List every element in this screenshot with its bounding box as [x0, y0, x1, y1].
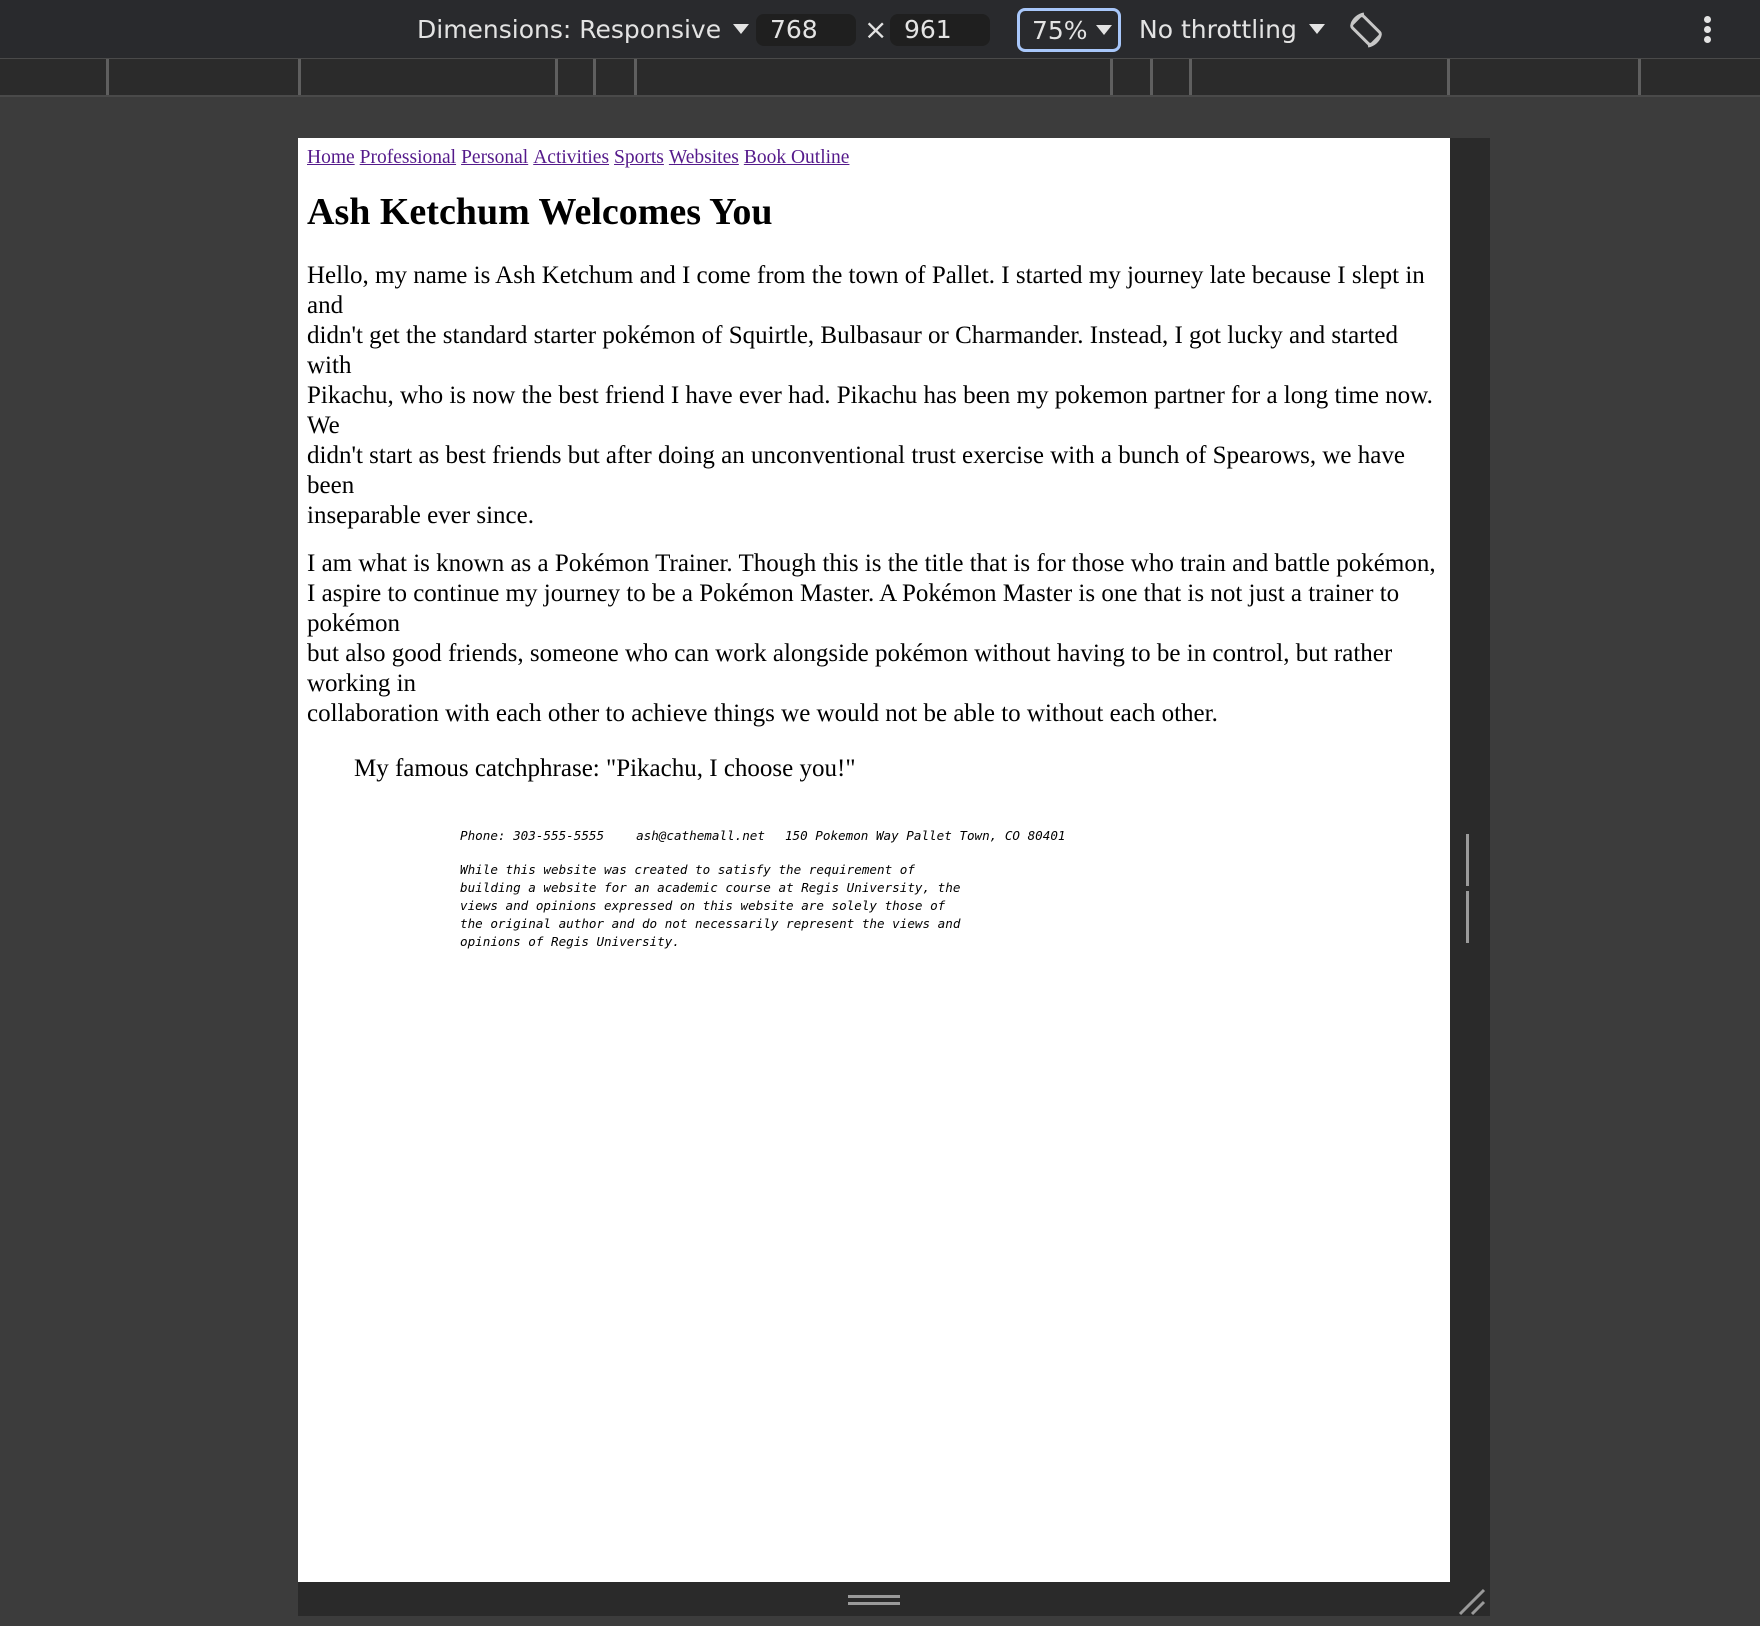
zoom-dropdown[interactable]: 75% [1017, 8, 1121, 52]
media-query-marker [106, 59, 109, 95]
device-toolbar: Dimensions: Responsive 768 × 961 75% No … [0, 0, 1760, 59]
paragraph-line: didn't start as best friends but after d… [307, 441, 1405, 499]
street-address: 150 Pokemon Way Pallet Town, CO 80401 [784, 827, 1066, 843]
height-input[interactable]: 961 [890, 14, 990, 46]
dimensions-label: Dimensions: Responsive [417, 14, 722, 44]
nav-link-book-outline[interactable]: Book Outline [744, 147, 850, 168]
throttling-dropdown[interactable]: No throttling [1139, 0, 1325, 58]
media-query-marker [1110, 59, 1113, 95]
paragraph-line: I aspire to continue my journey to be a … [307, 579, 1400, 637]
trainer-paragraph: I am what is known as a Pokémon Trainer.… [307, 549, 1439, 729]
paragraph-line: collaboration with each other to achieve… [307, 699, 1218, 727]
chevron-down-icon [1308, 24, 1325, 34]
disclaimer-line: opinions of Regis University. [460, 933, 680, 949]
chevron-down-icon [733, 24, 750, 34]
resize-handle-bottom[interactable] [848, 1595, 900, 1605]
nav-link-professional[interactable]: Professional [360, 147, 456, 168]
paragraph-line: Hello, my name is Ash Ketchum and I come… [307, 261, 1425, 319]
chevron-down-icon [1095, 25, 1112, 35]
rotate-icon[interactable] [1346, 10, 1386, 50]
resize-handle-right[interactable] [1466, 834, 1476, 943]
media-query-marker [298, 59, 301, 95]
nav-link-websites[interactable]: Websites [669, 147, 739, 168]
disclaimer-line: the original author and do not necessari… [460, 915, 961, 931]
throttling-label: No throttling [1139, 14, 1297, 44]
nav-link-home[interactable]: Home [307, 147, 355, 168]
media-query-marker [1447, 59, 1450, 95]
width-input[interactable]: 768 [756, 14, 856, 46]
paragraph-line: Pikachu, who is now the best friend I ha… [307, 381, 1433, 439]
more-options-icon[interactable] [1702, 16, 1712, 44]
nav-link-activities[interactable]: Activities [533, 147, 609, 168]
phone-number: Phone: 303-555-5555 [460, 827, 605, 843]
paragraph-line: I am what is known as a Pokémon Trainer.… [307, 549, 1436, 577]
disclaimer-line: While this website was created to satisf… [460, 861, 915, 877]
media-query-bar[interactable] [0, 59, 1760, 97]
contact-info: Phone: 303-555-5555 ash@cathemall.net 150 … [460, 827, 1439, 845]
disclaimer-line: views and opinions expressed on this web… [460, 897, 946, 913]
site-nav: Home Professional Personal Activities Sports… [307, 147, 1439, 169]
web-page: Home Professional Personal Activities Sports… [298, 138, 1439, 951]
media-query-marker [634, 59, 637, 95]
media-query-marker [1150, 59, 1153, 95]
zoom-value: 75% [1032, 15, 1088, 45]
media-query-marker [593, 59, 596, 95]
emulated-viewport: Home Professional Personal Activities Sports… [298, 138, 1450, 1582]
nav-link-sports[interactable]: Sports [614, 147, 664, 168]
paragraph-line: inseparable ever since. [307, 501, 534, 529]
nav-link-personal[interactable]: Personal [461, 147, 528, 168]
page-title: Ash Ketchum Welcomes You [307, 191, 773, 233]
media-query-marker [1189, 59, 1192, 95]
paragraph-line: but also good friends, someone who can w… [307, 639, 1393, 697]
email-address: ash@cathemall.net [636, 827, 765, 843]
dimensions-dropdown[interactable]: Dimensions: Responsive [417, 0, 750, 58]
media-query-marker [1638, 59, 1641, 95]
paragraph-line: didn't get the standard starter pokémon … [307, 321, 1399, 379]
media-query-marker [555, 59, 558, 95]
site-footer: Phone: 303-555-5555 ash@cathemall.net 150 … [460, 827, 1439, 951]
catchphrase-quote: My famous catchphrase: "Pikachu, I choos… [354, 754, 856, 782]
disclaimer: While this website was created to satisf… [460, 861, 1439, 951]
resize-corner-icon[interactable] [1456, 1586, 1486, 1616]
disclaimer-line: building a website for an academic cours… [460, 879, 961, 895]
intro-paragraph: Hello, my name is Ash Ketchum and I come… [307, 261, 1439, 531]
times-sign: × [864, 12, 888, 46]
